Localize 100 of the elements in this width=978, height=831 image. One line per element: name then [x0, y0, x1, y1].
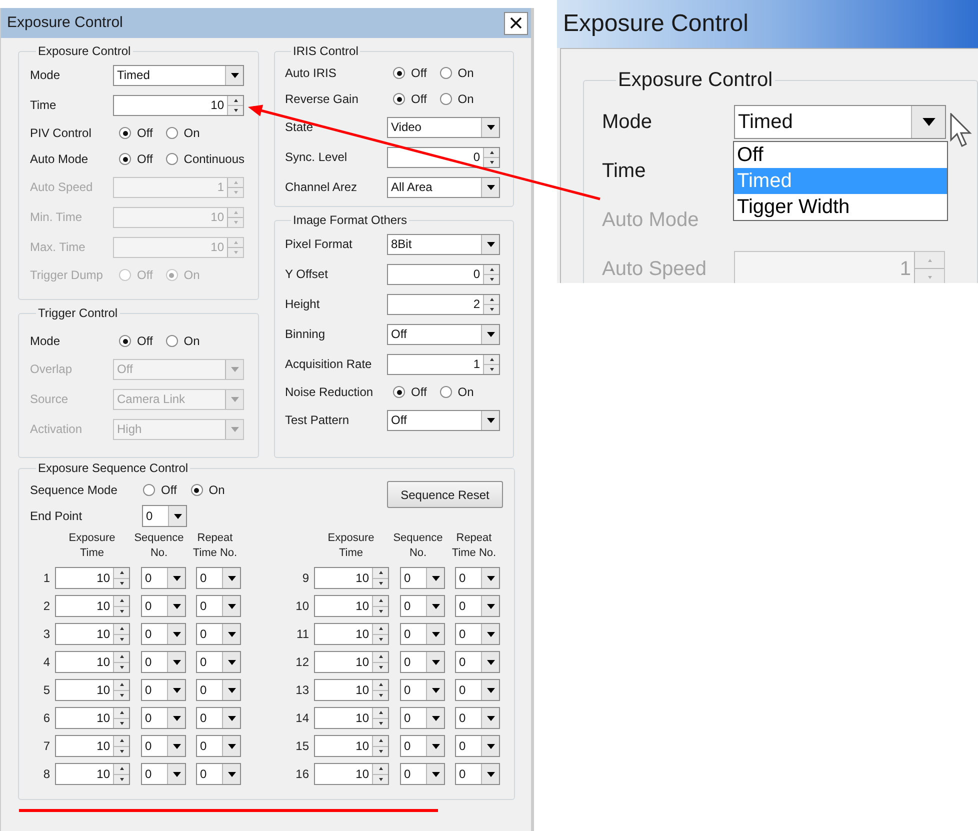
down-arrow-icon[interactable]: [120, 666, 124, 669]
dropdown[interactable]: Off: [387, 324, 500, 344]
down-arrow-icon[interactable]: [378, 750, 382, 753]
dropdown[interactable]: 0: [196, 623, 241, 645]
dropdown[interactable]: 0: [455, 735, 500, 757]
down-arrow-icon[interactable]: [378, 582, 382, 585]
spin-box[interactable]: 10: [314, 567, 389, 589]
spin-box[interactable]: 10: [55, 763, 130, 785]
radio-button[interactable]: [166, 153, 178, 165]
spin-box[interactable]: 10: [55, 651, 130, 673]
dropdown[interactable]: 0: [455, 567, 500, 589]
down-arrow-icon[interactable]: [378, 638, 382, 641]
down-arrow-icon[interactable]: [378, 666, 382, 669]
spin-box[interactable]: 10: [314, 651, 389, 673]
spin-box[interactable]: 10: [113, 94, 244, 116]
up-arrow-icon[interactable]: [120, 627, 124, 630]
dropdown[interactable]: 0: [196, 595, 241, 617]
up-arrow-icon[interactable]: [378, 711, 382, 714]
down-arrow-icon[interactable]: [120, 582, 124, 585]
dropdown[interactable]: 0: [400, 651, 445, 673]
up-arrow-icon[interactable]: [120, 711, 124, 714]
up-arrow-icon[interactable]: [234, 98, 238, 102]
up-arrow-icon[interactable]: [490, 358, 494, 360]
spin-box[interactable]: 1: [387, 354, 500, 374]
dropdown[interactable]: 0: [141, 679, 186, 701]
radio-button[interactable]: [119, 335, 131, 347]
up-arrow-icon[interactable]: [378, 655, 382, 658]
dropdown-option[interactable]: Off: [734, 142, 947, 168]
close-button[interactable]: [504, 12, 528, 34]
dropdown[interactable]: 0: [455, 707, 500, 729]
dropdown[interactable]: 0: [400, 763, 445, 785]
dropdown[interactable]: 0: [400, 595, 445, 617]
dropdown[interactable]: Timed: [113, 64, 244, 86]
spin-box[interactable]: 10: [55, 707, 130, 729]
dropdown[interactable]: All Area: [387, 176, 500, 198]
dropdown[interactable]: 0: [141, 623, 186, 645]
dropdown[interactable]: 0: [196, 679, 241, 701]
dropdown[interactable]: 0: [400, 679, 445, 701]
up-arrow-icon[interactable]: [120, 739, 124, 742]
radio-button[interactable]: [440, 67, 452, 79]
up-arrow-icon[interactable]: [378, 739, 382, 742]
radio-button[interactable]: [393, 93, 405, 105]
dropdown[interactable]: 0: [142, 505, 187, 527]
up-arrow-icon[interactable]: [120, 767, 124, 770]
up-arrow-icon[interactable]: [120, 571, 124, 574]
dropdown[interactable]: 0: [141, 707, 186, 729]
down-arrow-icon[interactable]: [120, 694, 124, 697]
up-arrow-icon[interactable]: [378, 767, 382, 770]
radio-button[interactable]: [393, 67, 405, 79]
radio-button[interactable]: [119, 153, 131, 165]
down-arrow-icon[interactable]: [120, 722, 124, 725]
spin-box[interactable]: 10: [314, 707, 389, 729]
down-arrow-icon[interactable]: [490, 278, 494, 280]
spin-box[interactable]: 10: [55, 735, 130, 757]
up-arrow-icon[interactable]: [490, 150, 494, 154]
dropdown[interactable]: 0: [455, 679, 500, 701]
dropdown[interactable]: 0: [455, 623, 500, 645]
up-arrow-icon[interactable]: [378, 683, 382, 686]
up-arrow-icon[interactable]: [120, 683, 124, 686]
spin-box[interactable]: 10: [55, 623, 130, 645]
down-arrow-icon[interactable]: [378, 610, 382, 613]
dropdown[interactable]: Off: [387, 410, 500, 430]
down-arrow-icon[interactable]: [490, 368, 494, 370]
dropdown[interactable]: Timed: [734, 104, 946, 138]
dropdown[interactable]: 0: [196, 567, 241, 589]
dropdown[interactable]: 8Bit: [387, 234, 500, 254]
radio-button[interactable]: [393, 386, 405, 398]
spin-box[interactable]: 10: [55, 679, 130, 701]
dropdown[interactable]: 0: [141, 651, 186, 673]
down-arrow-icon[interactable]: [378, 778, 382, 781]
spin-box[interactable]: 10: [314, 595, 389, 617]
down-arrow-icon[interactable]: [120, 610, 124, 613]
dropdown[interactable]: 0: [141, 595, 186, 617]
down-arrow-icon[interactable]: [378, 694, 382, 697]
dropdown[interactable]: 0: [455, 763, 500, 785]
up-arrow-icon[interactable]: [120, 599, 124, 602]
up-arrow-icon[interactable]: [490, 298, 494, 300]
down-arrow-icon[interactable]: [120, 778, 124, 781]
dropdown[interactable]: 0: [196, 707, 241, 729]
up-arrow-icon[interactable]: [378, 571, 382, 574]
down-arrow-icon[interactable]: [120, 638, 124, 641]
dropdown[interactable]: 0: [400, 623, 445, 645]
down-arrow-icon[interactable]: [378, 722, 382, 725]
sequence-reset-button[interactable]: Sequence Reset: [387, 481, 503, 508]
dropdown[interactable]: 0: [455, 651, 500, 673]
radio-button[interactable]: [166, 127, 178, 139]
dropdown[interactable]: 0: [141, 763, 186, 785]
dropdown[interactable]: 0: [141, 735, 186, 757]
dropdown[interactable]: 0: [196, 735, 241, 757]
radio-button[interactable]: [119, 127, 131, 139]
radio-button[interactable]: [190, 484, 203, 496]
up-arrow-icon[interactable]: [490, 268, 494, 270]
dropdown-option[interactable]: Tigger Width: [734, 194, 947, 220]
dropdown[interactable]: 0: [196, 651, 241, 673]
radio-button[interactable]: [440, 93, 452, 105]
spin-box[interactable]: 10: [314, 735, 389, 757]
radio-button[interactable]: [143, 484, 155, 496]
up-arrow-icon[interactable]: [378, 627, 382, 630]
spin-box[interactable]: 10: [314, 763, 389, 785]
dropdown[interactable]: 0: [400, 735, 445, 757]
